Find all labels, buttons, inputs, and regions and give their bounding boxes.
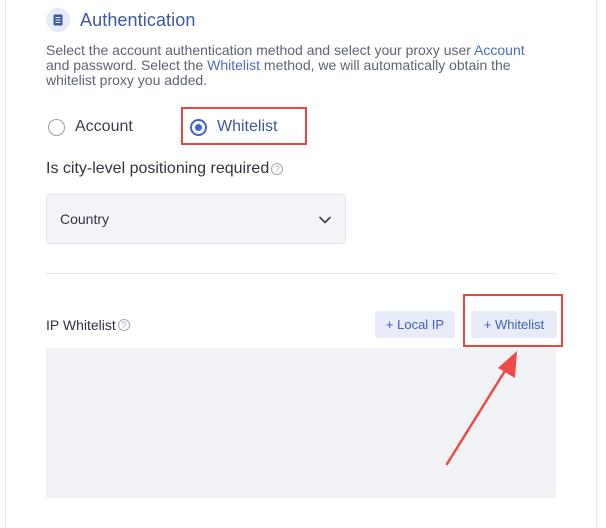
- document-icon: [46, 8, 70, 32]
- ip-whitelist-label: IP Whitelist: [46, 317, 116, 333]
- chevron-down-icon: [319, 211, 331, 227]
- description-text: Select the account authentication method…: [46, 42, 475, 58]
- whitelist-link[interactable]: Whitelist: [207, 57, 260, 73]
- account-radio[interactable]: Account: [48, 112, 133, 142]
- frame-left-border: [5, 0, 6, 528]
- section-divider: [46, 273, 556, 274]
- ip-whitelist-heading: IP Whitelist ?: [46, 317, 130, 333]
- ip-whitelist-textarea[interactable]: [46, 348, 556, 498]
- frame-right-border: [596, 0, 597, 528]
- help-icon[interactable]: ?: [271, 163, 284, 175]
- location-level-value: Country: [60, 211, 110, 227]
- description-text: and password. Select the: [46, 57, 208, 73]
- city-positioning-question: Is city-level positioning required ?: [46, 160, 284, 178]
- account-radio-label: Account: [75, 118, 133, 135]
- account-link[interactable]: Account: [474, 42, 525, 58]
- section-header: Authentication: [46, 6, 195, 34]
- location-level-select[interactable]: Country: [46, 194, 346, 244]
- whitelist-radio-highlight: [181, 107, 307, 145]
- add-whitelist-highlight: [463, 294, 563, 347]
- auth-description: Select the account authentication method…: [46, 43, 546, 88]
- radio-circle-icon: [48, 118, 65, 136]
- help-icon[interactable]: ?: [117, 319, 130, 331]
- section-title: Authentication: [80, 9, 196, 30]
- add-local-ip-button[interactable]: + Local IP: [375, 311, 455, 338]
- city-positioning-label: Is city-level positioning required: [46, 160, 270, 177]
